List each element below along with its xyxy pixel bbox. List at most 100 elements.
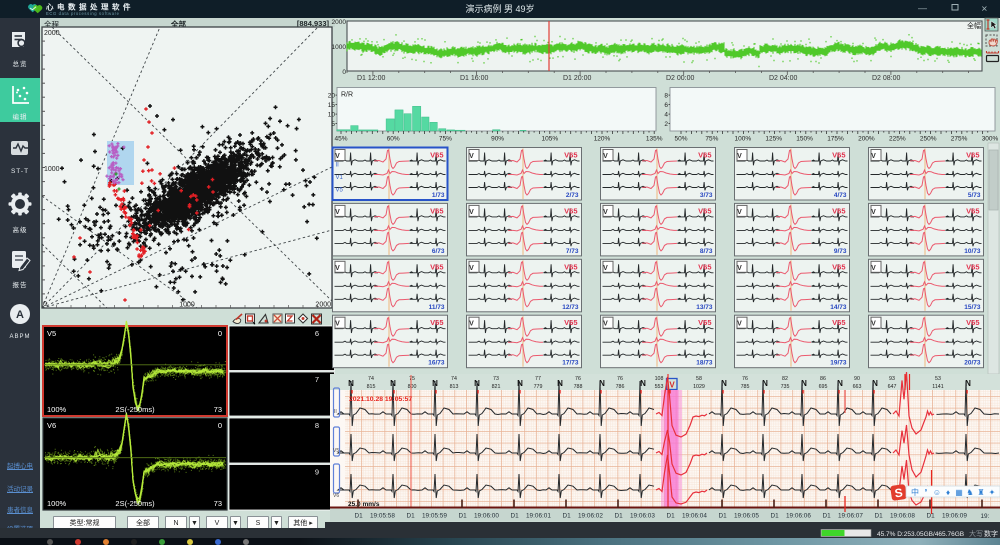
svg-text:D1: D1 (771, 513, 780, 520)
svg-text:12/73: 12/73 (562, 304, 579, 311)
svg-text:19:06:08: 19:06:08 (890, 513, 915, 520)
svg-text:V: V (469, 209, 474, 216)
svg-text:II: II (336, 163, 340, 169)
svg-text:V65: V65 (966, 151, 979, 160)
svg-text:16/73: 16/73 (428, 360, 445, 367)
svg-text:V: V (669, 381, 675, 390)
svg-text:735: 735 (781, 384, 790, 390)
svg-text:V: V (469, 265, 474, 272)
svg-text:V: V (469, 153, 474, 160)
svg-text:N: N (640, 379, 646, 388)
svg-text:♦: ♦ (946, 488, 950, 497)
svg-text:♜: ♜ (977, 488, 984, 497)
svg-text:V65: V65 (564, 318, 577, 327)
svg-text:❜: ❜ (925, 488, 928, 497)
svg-text:D2 08:00: D2 08:00 (872, 75, 901, 82)
svg-text:200%: 200% (858, 136, 875, 143)
svg-text:2: 2 (664, 121, 668, 128)
svg-text:V65: V65 (832, 206, 845, 215)
svg-text:V: V (335, 321, 340, 328)
svg-text:6/73: 6/73 (432, 248, 445, 255)
svg-text:108: 108 (655, 376, 664, 382)
svg-text:D1: D1 (667, 513, 676, 520)
svg-text:D1: D1 (563, 513, 572, 520)
svg-text:10: 10 (328, 112, 336, 119)
svg-text:V1: V1 (336, 175, 344, 181)
svg-text:82: 82 (782, 376, 788, 382)
svg-text:6: 6 (664, 102, 668, 109)
svg-text:N: N (517, 379, 523, 388)
svg-text:4/73: 4/73 (834, 192, 847, 199)
svg-text:19:06:05: 19:06:05 (734, 513, 759, 520)
svg-text:7/73: 7/73 (566, 248, 579, 255)
svg-text:V: V (871, 209, 876, 216)
svg-text:19:06:01: 19:06:01 (526, 513, 551, 520)
svg-text:695: 695 (819, 384, 828, 390)
svg-text:20/73: 20/73 (964, 360, 981, 367)
svg-text:II: II (334, 409, 337, 415)
svg-text:V: V (871, 153, 876, 160)
svg-text:D1: D1 (615, 513, 624, 520)
svg-text:1029: 1029 (693, 384, 705, 390)
svg-text:N: N (557, 379, 563, 388)
svg-text:15: 15 (328, 102, 336, 109)
svg-text:74: 74 (368, 376, 374, 382)
svg-text:86: 86 (820, 376, 826, 382)
svg-text:V65: V65 (832, 262, 845, 271)
svg-text:9/73: 9/73 (834, 248, 847, 255)
svg-text:100%: 100% (734, 136, 751, 143)
svg-text:♞: ♞ (966, 488, 973, 497)
svg-text:647: 647 (888, 384, 897, 390)
svg-text:821: 821 (492, 384, 501, 390)
svg-text:150%: 150% (796, 136, 813, 143)
svg-text:V65: V65 (698, 151, 711, 160)
svg-text:50%: 50% (674, 136, 687, 143)
svg-text:14/73: 14/73 (830, 304, 847, 311)
svg-text:17/73: 17/73 (562, 360, 579, 367)
svg-text:V: V (335, 265, 340, 272)
svg-text:18/73: 18/73 (696, 360, 713, 367)
svg-text:779: 779 (534, 384, 543, 390)
svg-text:90: 90 (854, 376, 860, 382)
svg-text:D1: D1 (823, 513, 832, 520)
svg-text:V65: V65 (564, 151, 577, 160)
svg-text:93: 93 (889, 376, 895, 382)
svg-text:53: 53 (935, 376, 941, 382)
svg-text:125%: 125% (765, 136, 782, 143)
svg-text:1141: 1141 (932, 384, 943, 390)
svg-text:D1 16:00: D1 16:00 (460, 75, 489, 82)
svg-text:19:06:04: 19:06:04 (682, 513, 707, 520)
svg-text:R/R: R/R (341, 92, 353, 99)
svg-text:中: 中 (911, 487, 919, 497)
svg-text:V: V (603, 321, 608, 328)
svg-text:V6: V6 (333, 493, 339, 499)
svg-text:V: V (603, 209, 608, 216)
svg-text:19:: 19: (981, 513, 990, 520)
svg-text:V: V (871, 321, 876, 328)
svg-text:V5: V5 (333, 448, 339, 454)
svg-text:V: V (335, 153, 340, 160)
svg-text:V: V (737, 209, 742, 216)
svg-text:D1: D1 (719, 513, 728, 520)
svg-text:V: V (737, 321, 742, 328)
svg-text:V: V (737, 265, 742, 272)
svg-text:76: 76 (742, 376, 748, 382)
svg-text:☺: ☺ (933, 488, 941, 497)
svg-text:V65: V65 (564, 262, 577, 271)
svg-text:V65: V65 (832, 151, 845, 160)
svg-text:45%: 45% (334, 136, 347, 143)
svg-text:11/73: 11/73 (429, 304, 445, 311)
svg-text:3/73: 3/73 (700, 192, 713, 199)
svg-text:4: 4 (664, 112, 668, 119)
svg-text:553: 553 (655, 384, 664, 390)
svg-text:8/73: 8/73 (700, 248, 713, 255)
svg-text:19:06:00: 19:06:00 (474, 513, 499, 520)
svg-text:19:06:03: 19:06:03 (630, 513, 655, 520)
svg-text:D1: D1 (407, 513, 416, 520)
svg-text:全幅: 全幅 (967, 21, 981, 30)
svg-text:D2 00:00: D2 00:00 (666, 75, 695, 82)
svg-text:V65: V65 (832, 318, 845, 327)
svg-text:2021.10.28 19:05:57: 2021.10.28 19:05:57 (349, 396, 412, 403)
svg-text:V: V (603, 265, 608, 272)
svg-text:1000: 1000 (332, 44, 347, 51)
